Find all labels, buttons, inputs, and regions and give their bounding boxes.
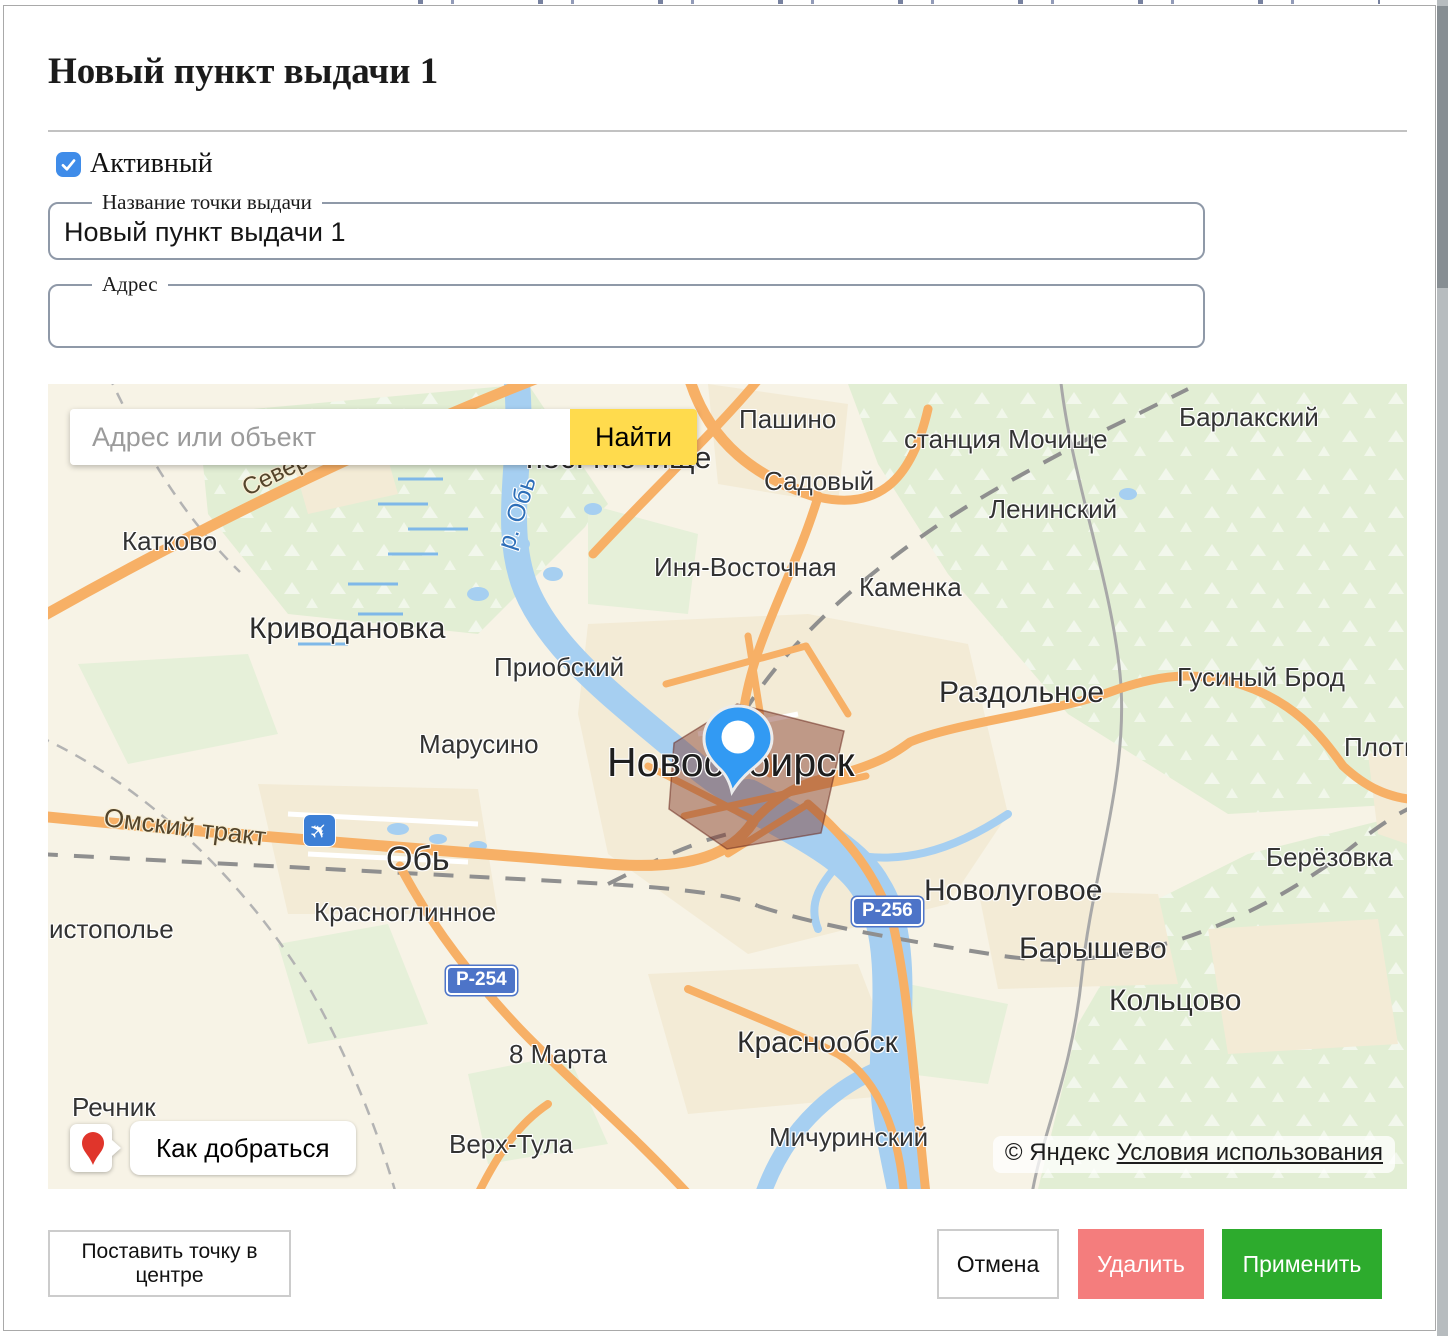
pickup-point-modal: Новый пункт выдачи 1 Активный Название т… [3,5,1436,1331]
page-scrollbar-thumb[interactable] [1437,6,1448,288]
map-pin[interactable] [688,684,798,809]
map-find-button[interactable]: Найти [570,409,697,465]
active-checkbox[interactable] [56,152,81,177]
name-field-group: Название точки выдачи [48,190,1205,260]
map-search-bar: Найти [70,409,697,465]
page-behind-fragment [380,0,1380,4]
active-checkbox-label[interactable]: Активный [90,148,213,180]
map-canvas[interactable]: пос. МочищеПашиностанция МочищеБарлакски… [48,384,1407,1189]
map-search-input[interactable] [70,409,570,465]
name-input[interactable] [50,217,1177,256]
cancel-button[interactable]: Отмена [937,1229,1059,1299]
terms-of-use-link[interactable]: Условия использования [1117,1139,1383,1166]
address-field-label: Адрес [92,272,168,297]
address-field-group: Адрес [48,272,1205,348]
directions-button[interactable]: Как добраться [68,1120,356,1176]
page-title: Новый пункт выдачи 1 [48,50,438,93]
active-checkbox-row: Активный [56,150,213,178]
checkmark-icon [59,155,78,174]
title-divider [48,130,1407,132]
airport-icon: ✈ [303,814,336,847]
directions-button-label[interactable]: Как добраться [130,1121,356,1175]
copyright-text: © Яндекс [1005,1139,1110,1166]
address-input[interactable] [50,299,1177,338]
set-point-center-button[interactable]: Поставить точку в центре [48,1230,291,1297]
delete-button[interactable]: Удалить [1078,1229,1204,1299]
yandex-maps-logo-icon [68,1120,124,1176]
map-attribution: © Яндекс Условия использования [993,1136,1395,1173]
name-field-label: Название точки выдачи [92,190,322,215]
apply-button[interactable]: Применить [1222,1229,1382,1299]
